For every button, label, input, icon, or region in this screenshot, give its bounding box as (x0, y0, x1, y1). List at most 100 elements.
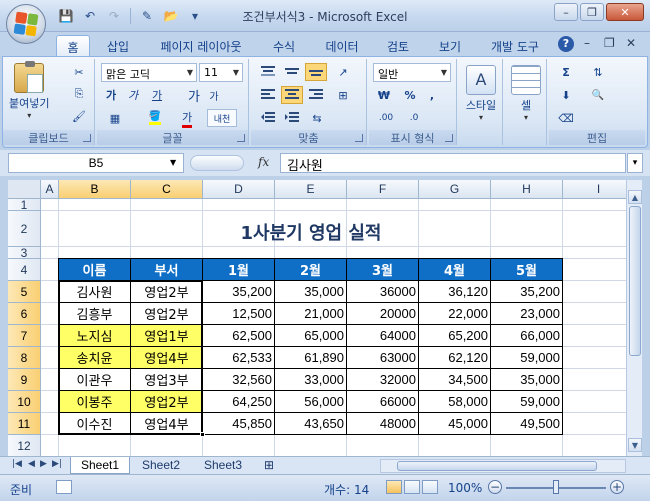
horizontal-scrollbar[interactable] (380, 459, 626, 473)
clipboard-launcher-icon[interactable] (83, 134, 91, 142)
column-header-c[interactable]: C (131, 180, 203, 199)
value-cell[interactable]: 12,500 (203, 303, 275, 325)
grow-font-button[interactable]: 가 (185, 86, 203, 105)
row-header-5[interactable]: 5 (8, 281, 41, 303)
value-cell[interactable]: 48000 (347, 413, 419, 435)
vertical-scrollbar[interactable]: ▲ ▼ (626, 180, 642, 456)
column-header-f[interactable]: F (347, 180, 419, 199)
align-left-icon[interactable] (257, 86, 279, 104)
dept-cell[interactable]: 영업2부 (131, 281, 203, 303)
tab-developer[interactable]: 개발 도구 (482, 35, 548, 56)
increase-decimal-button[interactable]: .00 (373, 109, 399, 127)
save-icon[interactable]: 💾 (56, 7, 76, 25)
row-header-11[interactable]: 11 (8, 413, 41, 435)
phonetic-button[interactable]: 내천 (207, 109, 237, 127)
chevron-down-icon[interactable]: ▼ (170, 158, 176, 167)
sort-filter-icon[interactable]: ⇅ (585, 63, 611, 81)
value-cell[interactable]: 33,000 (275, 369, 347, 391)
cut-icon[interactable]: ✂ (69, 63, 89, 81)
value-cell[interactable]: 62,533 (203, 347, 275, 369)
name-cell[interactable]: 김흥부 (59, 303, 131, 325)
insert-sheet-icon[interactable]: ⊞ (256, 457, 286, 474)
expand-formula-icon[interactable]: ▾ (627, 153, 643, 173)
fill-icon[interactable]: ⬇ (553, 86, 579, 104)
sheet-tab-3[interactable]: Sheet3 (194, 457, 254, 474)
row-header-1[interactable]: 1 (8, 198, 41, 212)
value-cell[interactable]: 20000 (347, 303, 419, 325)
select-all-corner[interactable] (8, 180, 41, 199)
workbook-close-button[interactable]: ✕ (626, 36, 636, 50)
value-cell[interactable]: 43,650 (275, 413, 347, 435)
table-header-cell[interactable]: 부서 (131, 259, 203, 281)
table-header-cell[interactable]: 4월 (419, 259, 491, 281)
sheet-title[interactable]: 1사분기 영업 실적 (59, 219, 563, 245)
tab-data[interactable]: 데이터 (318, 35, 366, 56)
value-cell[interactable]: 62,500 (203, 325, 275, 347)
row-header-7[interactable]: 7 (8, 325, 41, 347)
name-box[interactable]: B5 (8, 153, 184, 173)
value-cell[interactable]: 49,500 (491, 413, 563, 435)
value-cell[interactable]: 21,000 (275, 303, 347, 325)
column-header-e[interactable]: E (275, 180, 347, 199)
dept-cell[interactable]: 영업2부 (131, 303, 203, 325)
normal-view-icon[interactable] (386, 480, 402, 494)
open-folder-icon[interactable]: 📂 (161, 7, 181, 25)
name-cell[interactable]: 이봉주 (59, 391, 131, 413)
value-cell[interactable]: 65,200 (419, 325, 491, 347)
orientation-icon[interactable]: ↗ (331, 63, 355, 81)
format-painter-icon[interactable]: 🖌 (69, 107, 89, 125)
column-header-g[interactable]: G (419, 180, 491, 199)
value-cell[interactable]: 22,000 (419, 303, 491, 325)
value-cell[interactable]: 36000 (347, 281, 419, 303)
percent-button[interactable]: % (401, 86, 419, 104)
scroll-down-icon[interactable]: ▼ (628, 438, 642, 452)
dept-cell[interactable]: 영업1부 (131, 325, 203, 347)
value-cell[interactable]: 62,120 (419, 347, 491, 369)
row-header-8[interactable]: 8 (8, 347, 41, 369)
row-header-10[interactable]: 10 (8, 391, 41, 413)
increase-indent-icon[interactable] (281, 109, 303, 127)
font-size-combo[interactable]: 11 ▼ (199, 63, 243, 82)
number-format-combo[interactable]: 일반 ▼ (373, 63, 451, 82)
align-right-icon[interactable] (305, 86, 327, 104)
row-header-9[interactable]: 9 (8, 369, 41, 391)
name-cell[interactable]: 송치윤 (59, 347, 131, 369)
align-bottom-icon[interactable] (305, 63, 327, 81)
align-center-icon[interactable] (281, 86, 303, 104)
value-cell[interactable]: 59,000 (491, 391, 563, 413)
alignment-launcher-icon[interactable] (355, 134, 363, 142)
scroll-up-icon[interactable]: ▲ (628, 190, 642, 204)
border-button[interactable]: ▦ (101, 109, 129, 127)
shrink-font-button[interactable]: 가 (205, 86, 223, 104)
zoom-in-icon[interactable]: + (610, 480, 624, 494)
fill-handle[interactable] (200, 432, 205, 437)
first-sheet-icon[interactable]: |◀ (12, 459, 22, 469)
page-break-view-icon[interactable] (422, 480, 438, 494)
value-cell[interactable]: 65,000 (275, 325, 347, 347)
value-cell[interactable]: 35,000 (491, 369, 563, 391)
autosum-icon[interactable]: Σ (553, 63, 579, 81)
value-cell[interactable]: 36,120 (419, 281, 491, 303)
page-layout-view-icon[interactable] (404, 480, 420, 494)
macro-record-icon[interactable] (56, 480, 72, 494)
column-header-a[interactable]: A (41, 180, 59, 199)
zoom-slider-thumb[interactable] (553, 480, 559, 494)
value-cell[interactable]: 66000 (347, 391, 419, 413)
value-cell[interactable]: 58,000 (419, 391, 491, 413)
font-launcher-icon[interactable] (237, 134, 245, 142)
table-header-cell[interactable]: 2월 (275, 259, 347, 281)
redo-icon[interactable]: ↷ (104, 7, 124, 25)
value-cell[interactable]: 35,200 (203, 281, 275, 303)
new-document-icon[interactable]: ✎ (137, 7, 157, 25)
tab-insert[interactable]: 삽입 (98, 35, 138, 56)
tab-review[interactable]: 검토 (378, 35, 418, 56)
cells-button[interactable]: 셀 ▾ (507, 65, 545, 122)
help-icon[interactable]: ? (558, 36, 574, 52)
row-header-6[interactable]: 6 (8, 303, 41, 325)
column-header-d[interactable]: D (203, 180, 275, 199)
paste-button[interactable]: 붙여넣기 ▾ (9, 61, 49, 120)
table-header-cell[interactable]: 5월 (491, 259, 563, 281)
value-cell[interactable]: 35,000 (275, 281, 347, 303)
styles-button[interactable]: A 스타일 ▾ (461, 65, 501, 122)
clear-icon[interactable]: ⌫ (553, 109, 579, 127)
